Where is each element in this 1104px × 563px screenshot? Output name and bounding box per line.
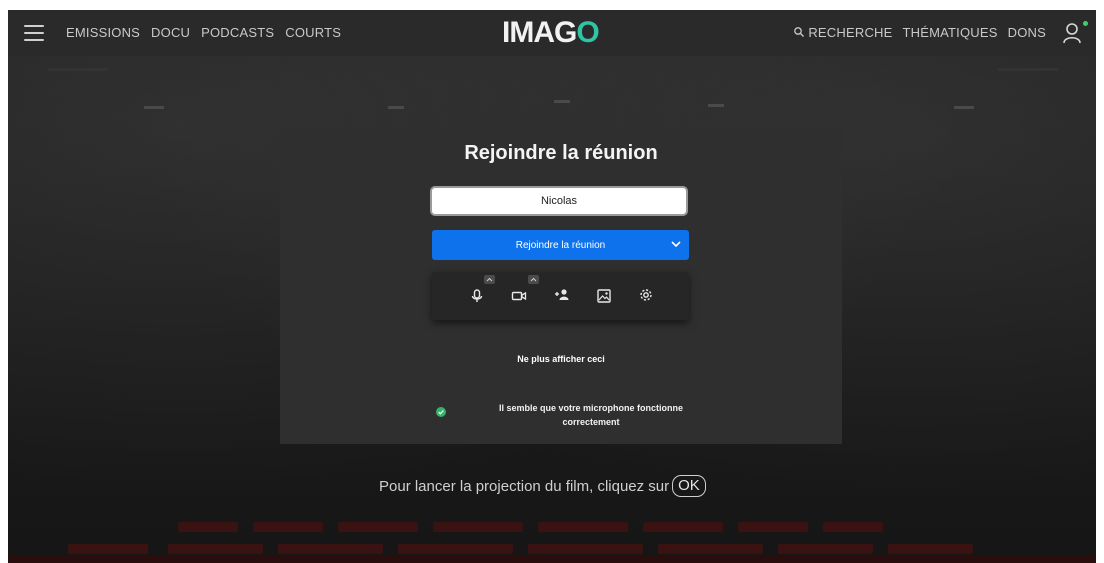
imago-logo[interactable]: IMAGO (502, 16, 600, 50)
search-icon (793, 27, 804, 37)
projection-prompt-text: Pour lancer la projection du film, cliqu… (379, 477, 670, 495)
join-meeting-button[interactable]: Rejoindre la réunion (432, 230, 689, 260)
microphone-icon[interactable] (469, 288, 485, 304)
ok-button[interactable]: OK (672, 475, 706, 497)
dialog-title: Rejoindre la réunion (464, 142, 658, 164)
logo-text-o: O (576, 16, 599, 49)
seat-row (178, 522, 238, 532)
seat-row (253, 522, 323, 532)
stage-light (954, 106, 974, 109)
mic-options-caret[interactable] (484, 275, 495, 284)
stage-light (388, 106, 404, 109)
join-button-label: Rejoindre la réunion (515, 239, 606, 251)
projection-prompt: Pour lancer la projection du film, cliqu… (379, 475, 706, 497)
seat-row (538, 522, 628, 532)
mic-status-line-2: correctement (562, 417, 620, 427)
nav-right-links: RECHERCHE THÉMATIQUES DONS (793, 25, 1046, 40)
join-meeting-dialog: Rejoindre la réunion Rejoindre la réunio… (280, 129, 842, 444)
menu-icon[interactable] (24, 25, 44, 41)
seat-row (278, 544, 383, 554)
seat-row (338, 522, 418, 532)
seat-row (168, 544, 263, 554)
nav-link-podcasts[interactable]: PODCASTS (201, 25, 274, 40)
background-image-icon[interactable] (596, 288, 612, 304)
stage-light (48, 68, 108, 71)
stage-light (998, 68, 1058, 71)
seat-row (68, 544, 148, 554)
mic-status-line-1: Il semble que votre microphone fonctionn… (498, 403, 684, 413)
chevron-up-icon (486, 277, 493, 282)
search-link[interactable]: RECHERCHE (793, 25, 893, 40)
search-label: RECHERCHE (808, 25, 893, 40)
user-icon[interactable] (1062, 21, 1084, 45)
seat-row (888, 544, 973, 554)
camera-icon[interactable] (511, 288, 527, 304)
invite-user-icon[interactable] (554, 287, 570, 303)
seat-row (433, 522, 523, 532)
nav-link-courts[interactable]: COURTS (285, 25, 341, 40)
dont-show-again-link[interactable]: Ne plus afficher ceci (280, 354, 842, 364)
chevron-down-icon[interactable] (671, 240, 681, 248)
settings-gear-icon[interactable] (638, 287, 654, 303)
app-frame: EMISSIONS DOCU PODCASTS COURTS IMAGO REC… (8, 10, 1096, 563)
top-nav: EMISSIONS DOCU PODCASTS COURTS IMAGO REC… (8, 10, 1096, 56)
nav-link-emissions[interactable]: EMISSIONS (66, 25, 140, 40)
nav-link-dons[interactable]: DONS (1008, 25, 1046, 40)
camera-options-caret[interactable] (528, 275, 539, 284)
check-circle-icon (436, 407, 446, 417)
seat-row (738, 522, 808, 532)
media-toolbar (432, 272, 689, 320)
name-input[interactable] (430, 186, 688, 216)
nav-left-links: EMISSIONS DOCU PODCASTS COURTS (66, 25, 341, 40)
nav-link-docu[interactable]: DOCU (151, 25, 190, 40)
seat-row (8, 556, 1096, 563)
stage-light (554, 100, 570, 103)
seat-row (643, 522, 723, 532)
seat-row (658, 544, 763, 554)
seat-row (398, 544, 513, 554)
seat-row (528, 544, 643, 554)
stage-light (144, 106, 164, 109)
chevron-up-icon (530, 277, 537, 282)
mic-status-text: Il semble que votre microphone fonctionn… (456, 401, 726, 429)
seat-row (823, 522, 883, 532)
online-status-dot (1083, 21, 1088, 26)
logo-text-a: IMA (502, 16, 555, 49)
stage-light (708, 104, 724, 107)
nav-link-thematiques[interactable]: THÉMATIQUES (903, 25, 998, 40)
seat-row (778, 544, 873, 554)
logo-text-g: G (554, 16, 577, 49)
